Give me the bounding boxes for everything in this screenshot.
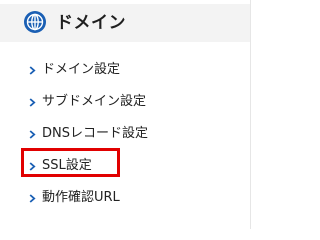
globe-icon [24,11,46,33]
sidebar-header: ドメイン [0,4,250,42]
sidebar-item-verification-url[interactable]: 動作確認URL [0,182,250,214]
chevron-right-icon [29,194,36,203]
chevron-right-icon [29,130,36,139]
chevron-right-icon [29,66,36,75]
sidebar-item-subdomain-settings[interactable]: サブドメイン設定 [0,86,250,118]
domain-sidebar: ドメイン ドメイン設定 サブドメイン設定 DNSレコード設定 SSL設定 動作確… [0,0,251,229]
sidebar-item-label: DNSレコード設定 [42,126,148,141]
sidebar-item-dns-record-settings[interactable]: DNSレコード設定 [0,118,250,150]
sidebar-item-domain-settings[interactable]: ドメイン設定 [0,54,250,86]
sidebar-item-label: 動作確認URL [42,190,120,205]
sidebar-item-label: ドメイン設定 [42,62,121,77]
chevron-right-icon [29,98,36,107]
sidebar-item-label: サブドメイン設定 [42,94,147,109]
selected-item-highlight [21,148,120,177]
sidebar-title: ドメイン [56,13,126,33]
